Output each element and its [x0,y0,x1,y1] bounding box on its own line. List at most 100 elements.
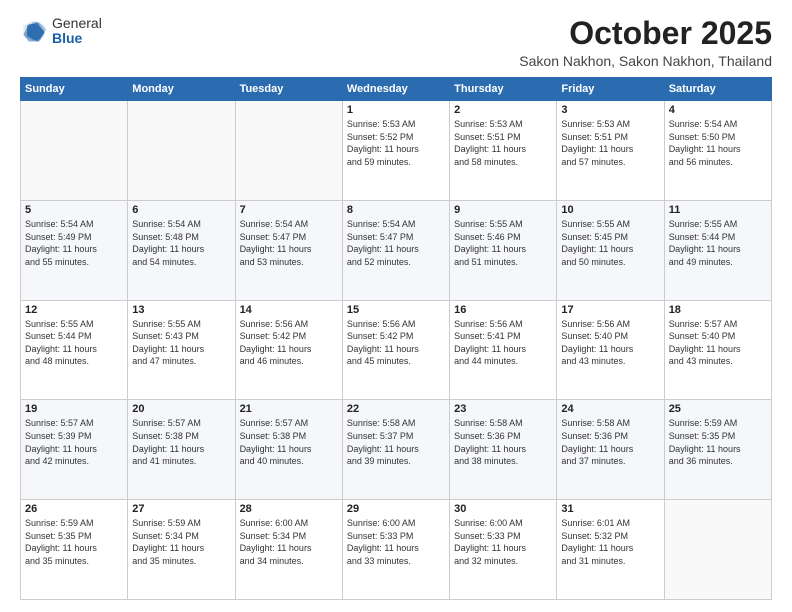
day-number: 17 [561,304,659,316]
calendar-week-row-2: 5 Sunrise: 5:54 AM Sunset: 5:49 PM Daylig… [21,200,772,300]
day-info: Sunrise: 5:57 AM Sunset: 5:38 PM Dayligh… [132,417,230,467]
calendar-day [128,101,235,201]
logo-general-text: General [52,16,102,31]
day-number: 15 [347,304,445,316]
page: General Blue October 2025 Sakon Nakhon, … [0,0,792,612]
day-number: 23 [454,403,552,415]
title-block: October 2025 Sakon Nakhon, Sakon Nakhon,… [519,16,772,69]
day-info: Sunrise: 5:59 AM Sunset: 5:35 PM Dayligh… [669,417,767,467]
calendar-day: 15 Sunrise: 5:56 AM Sunset: 5:42 PM Dayli… [342,300,449,400]
calendar-day: 9 Sunrise: 5:55 AM Sunset: 5:46 PM Daylig… [450,200,557,300]
calendar-day: 13 Sunrise: 5:55 AM Sunset: 5:43 PM Dayli… [128,300,235,400]
day-info: Sunrise: 6:01 AM Sunset: 5:32 PM Dayligh… [561,517,659,567]
day-number: 11 [669,204,767,216]
location-subtitle: Sakon Nakhon, Sakon Nakhon, Thailand [519,53,772,69]
day-info: Sunrise: 5:58 AM Sunset: 5:36 PM Dayligh… [561,417,659,467]
day-info: Sunrise: 5:55 AM Sunset: 5:44 PM Dayligh… [669,218,767,268]
calendar-header-row: Sunday Monday Tuesday Wednesday Thursday… [21,78,772,101]
day-info: Sunrise: 5:58 AM Sunset: 5:37 PM Dayligh… [347,417,445,467]
day-number: 1 [347,104,445,116]
calendar-week-row-1: 1 Sunrise: 5:53 AM Sunset: 5:52 PM Daylig… [21,101,772,201]
day-number: 31 [561,503,659,515]
day-info: Sunrise: 5:53 AM Sunset: 5:51 PM Dayligh… [561,118,659,168]
calendar-day: 24 Sunrise: 5:58 AM Sunset: 5:36 PM Dayli… [557,400,664,500]
day-info: Sunrise: 5:56 AM Sunset: 5:42 PM Dayligh… [240,318,338,368]
day-info: Sunrise: 5:54 AM Sunset: 5:47 PM Dayligh… [347,218,445,268]
calendar-table: Sunday Monday Tuesday Wednesday Thursday… [20,77,772,600]
calendar-day: 29 Sunrise: 6:00 AM Sunset: 5:33 PM Dayli… [342,500,449,600]
calendar-day: 7Sunrise: 5:54 AM Sunset: 5:47 PM Daylig… [235,200,342,300]
day-info: Sunrise: 5:53 AM Sunset: 5:52 PM Dayligh… [347,118,445,168]
day-info: Sunrise: 5:54 AM Sunset: 5:49 PM Dayligh… [25,218,123,268]
col-wednesday: Wednesday [342,78,449,101]
calendar-day [21,101,128,201]
calendar-week-row-3: 12Sunrise: 5:55 AM Sunset: 5:44 PM Dayli… [21,300,772,400]
day-info: Sunrise: 6:00 AM Sunset: 5:33 PM Dayligh… [454,517,552,567]
calendar-day [664,500,771,600]
calendar-day: 19Sunrise: 5:57 AM Sunset: 5:39 PM Dayli… [21,400,128,500]
day-number: 3 [561,104,659,116]
day-number: 6 [132,204,230,216]
day-number: 26 [25,503,123,515]
day-number: 30 [454,503,552,515]
day-number: 21 [240,403,338,415]
day-number: 20 [132,403,230,415]
day-number: 7 [240,204,338,216]
calendar-day: 22 Sunrise: 5:58 AM Sunset: 5:37 PM Dayli… [342,400,449,500]
calendar-day: 4 Sunrise: 5:54 AM Sunset: 5:50 PM Daylig… [664,101,771,201]
day-info: Sunrise: 5:55 AM Sunset: 5:46 PM Dayligh… [454,218,552,268]
col-saturday: Saturday [664,78,771,101]
calendar-day: 27Sunrise: 5:59 AM Sunset: 5:34 PM Dayli… [128,500,235,600]
col-tuesday: Tuesday [235,78,342,101]
calendar-day: 16 Sunrise: 5:56 AM Sunset: 5:41 PM Dayli… [450,300,557,400]
day-info: Sunrise: 5:56 AM Sunset: 5:42 PM Dayligh… [347,318,445,368]
calendar-day: 11 Sunrise: 5:55 AM Sunset: 5:44 PM Dayli… [664,200,771,300]
day-info: Sunrise: 5:57 AM Sunset: 5:40 PM Dayligh… [669,318,767,368]
day-info: Sunrise: 5:54 AM Sunset: 5:50 PM Dayligh… [669,118,767,168]
calendar-day: 20 Sunrise: 5:57 AM Sunset: 5:38 PM Dayli… [128,400,235,500]
day-info: Sunrise: 5:56 AM Sunset: 5:40 PM Dayligh… [561,318,659,368]
calendar-day: 17 Sunrise: 5:56 AM Sunset: 5:40 PM Dayli… [557,300,664,400]
col-sunday: Sunday [21,78,128,101]
calendar-day: 3 Sunrise: 5:53 AM Sunset: 5:51 PM Daylig… [557,101,664,201]
month-title: October 2025 [519,16,772,51]
calendar-day: 18 Sunrise: 5:57 AM Sunset: 5:40 PM Dayli… [664,300,771,400]
day-info: Sunrise: 5:54 AM Sunset: 5:48 PM Dayligh… [132,218,230,268]
day-number: 13 [132,304,230,316]
day-number: 25 [669,403,767,415]
calendar-day: 25 Sunrise: 5:59 AM Sunset: 5:35 PM Dayli… [664,400,771,500]
logo-icon [20,17,48,45]
logo: General Blue [20,16,102,47]
calendar-day: 2Sunrise: 5:53 AM Sunset: 5:51 PM Daylig… [450,101,557,201]
day-number: 18 [669,304,767,316]
day-info: Sunrise: 5:56 AM Sunset: 5:41 PM Dayligh… [454,318,552,368]
logo-blue-text: Blue [52,31,102,46]
day-number: 10 [561,204,659,216]
day-number: 2 [454,104,552,116]
day-number: 5 [25,204,123,216]
day-info: Sunrise: 5:55 AM Sunset: 5:43 PM Dayligh… [132,318,230,368]
calendar-day: 12Sunrise: 5:55 AM Sunset: 5:44 PM Dayli… [21,300,128,400]
calendar-day: 8Sunrise: 5:54 AM Sunset: 5:47 PM Daylig… [342,200,449,300]
day-info: Sunrise: 6:00 AM Sunset: 5:33 PM Dayligh… [347,517,445,567]
col-friday: Friday [557,78,664,101]
day-number: 4 [669,104,767,116]
day-number: 16 [454,304,552,316]
col-monday: Monday [128,78,235,101]
day-info: Sunrise: 5:59 AM Sunset: 5:35 PM Dayligh… [25,517,123,567]
calendar-day [235,101,342,201]
day-info: Sunrise: 5:59 AM Sunset: 5:34 PM Dayligh… [132,517,230,567]
calendar-day: 31 Sunrise: 6:01 AM Sunset: 5:32 PM Dayli… [557,500,664,600]
calendar-day: 30 Sunrise: 6:00 AM Sunset: 5:33 PM Dayli… [450,500,557,600]
calendar-day: 5 Sunrise: 5:54 AM Sunset: 5:49 PM Daylig… [21,200,128,300]
day-number: 29 [347,503,445,515]
day-number: 9 [454,204,552,216]
day-number: 28 [240,503,338,515]
calendar-day: 23Sunrise: 5:58 AM Sunset: 5:36 PM Dayli… [450,400,557,500]
day-number: 22 [347,403,445,415]
header: General Blue October 2025 Sakon Nakhon, … [20,16,772,69]
calendar-day: 6 Sunrise: 5:54 AM Sunset: 5:48 PM Daylig… [128,200,235,300]
day-number: 24 [561,403,659,415]
calendar-day: 1 Sunrise: 5:53 AM Sunset: 5:52 PM Daylig… [342,101,449,201]
day-info: Sunrise: 5:55 AM Sunset: 5:44 PM Dayligh… [25,318,123,368]
